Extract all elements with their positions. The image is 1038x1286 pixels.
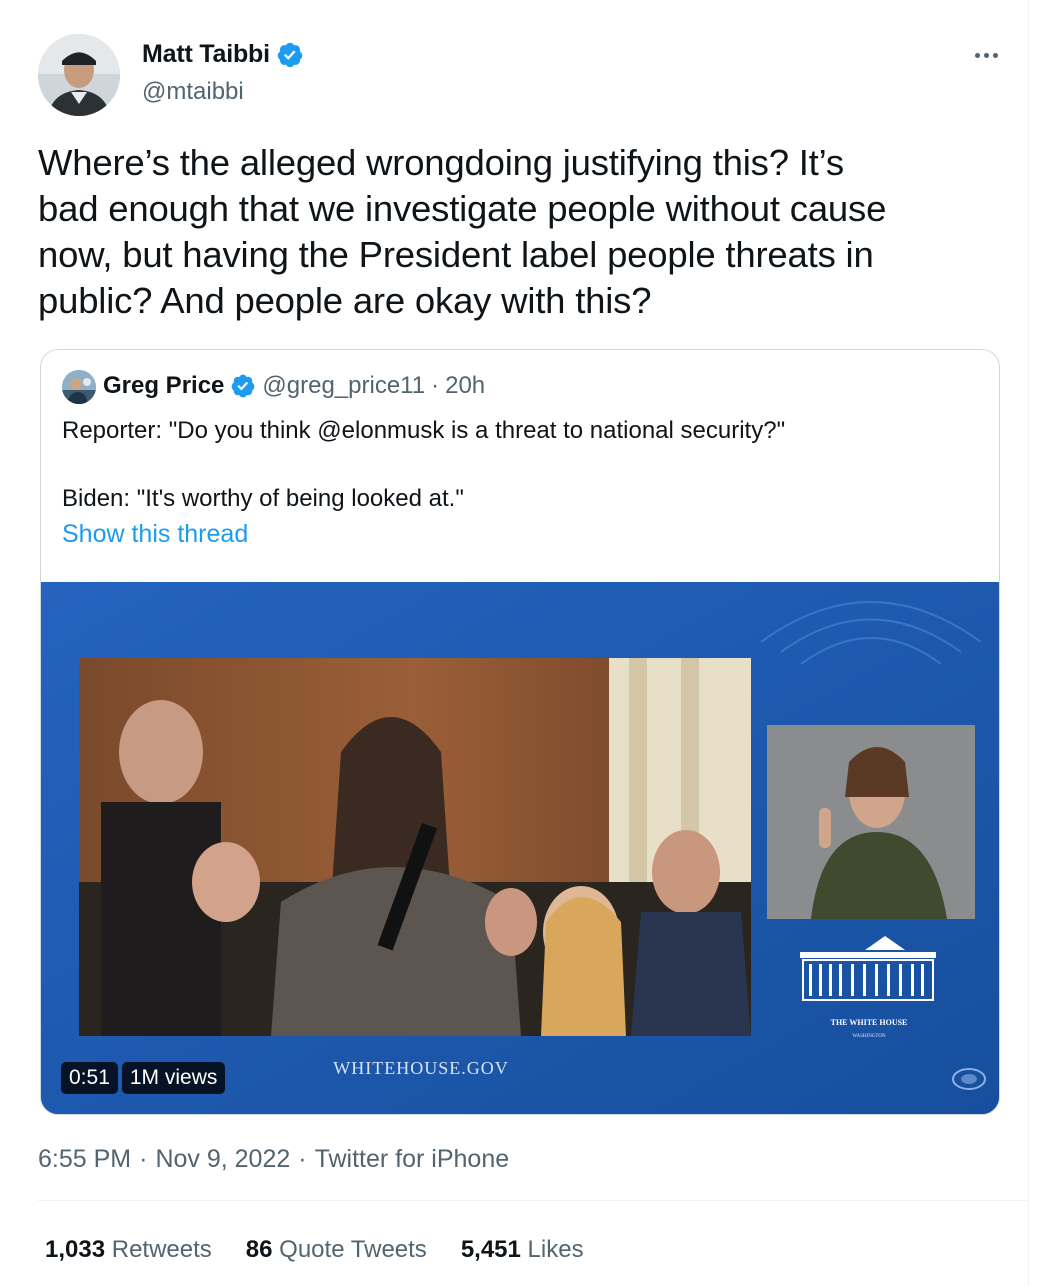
video-duration: 0:51 (61, 1062, 118, 1094)
verified-badge-icon (232, 374, 255, 398)
separator-dot: · (298, 1145, 307, 1173)
likes-stat[interactable]: 5,451 Likes (461, 1236, 584, 1264)
retweets-count: 1,033 (45, 1236, 106, 1263)
quote-tweets-count: 86 (245, 1236, 273, 1263)
divider (38, 1200, 1028, 1201)
tweet-text: Where’s the alleged wrongdoing justifyin… (38, 142, 887, 321)
retweets-stat[interactable]: 1,033 Retweets (45, 1236, 212, 1264)
page-border (1028, 0, 1029, 1286)
engagement-stats: 1,033 Retweets 86 Quote Tweets 5,451 Lik… (45, 1236, 584, 1264)
tweet-date[interactable]: Nov 9, 2022 (155, 1145, 290, 1174)
tweet-meta: 6:55 PM · Nov 9, 2022 · Twitter for iPho… (38, 1145, 509, 1174)
quoted-author-handle: @greg_price11 (262, 372, 426, 399)
video-watermark: WHITEHOUSE.GOV (333, 1058, 508, 1078)
white-house-logo-text: THE WHITE HOUSE (831, 1018, 908, 1027)
quoted-author-name: Greg Price (103, 372, 225, 399)
show-thread-link[interactable]: Show this thread (62, 520, 248, 549)
author-name[interactable]: Matt Taibbi (142, 40, 270, 69)
quoted-tweet-age: 20h (445, 372, 486, 399)
more-options-icon[interactable] (970, 40, 1002, 70)
likes-count: 5,451 (460, 1236, 521, 1263)
author-avatar[interactable] (38, 34, 120, 116)
author-handle[interactable]: @mtaibbi (142, 78, 244, 106)
author-name-row: Matt Taibbi (142, 40, 304, 69)
tweet-source[interactable]: Twitter for iPhone (315, 1145, 510, 1174)
separator-dot: · (139, 1145, 148, 1173)
quoted-author-avatar (62, 370, 96, 404)
tweet-time[interactable]: 6:55 PM (38, 1145, 131, 1174)
video-thumbnail: THE WHITE HOUSE WASHINGTON WHITEHOUSE.GO… (41, 582, 999, 1114)
video-player[interactable]: THE WHITE HOUSE WASHINGTON WHITEHOUSE.GO… (41, 582, 999, 1114)
video-views: 1M views (121, 1062, 226, 1094)
quoted-tweet-header: Greg Price @greg_price11 · 20h (103, 372, 485, 400)
separator-dot: · (431, 372, 440, 399)
quoted-tweet-text: Reporter: "Do you think @elonmusk is a t… (62, 417, 786, 512)
quote-tweets-label: Quote Tweets (279, 1236, 427, 1263)
quote-tweets-stat[interactable]: 86 Quote Tweets (246, 1236, 427, 1264)
white-house-logo-subtext: WASHINGTON (852, 1034, 886, 1039)
likes-label: Likes (527, 1236, 584, 1263)
video-badges: 0:51 1M views (61, 1062, 226, 1094)
quoted-tweet-card[interactable]: Greg Price @greg_price11 · 20h Reporter:… (40, 349, 1000, 1115)
verified-badge-icon (277, 42, 303, 67)
retweets-label: Retweets (111, 1236, 212, 1263)
